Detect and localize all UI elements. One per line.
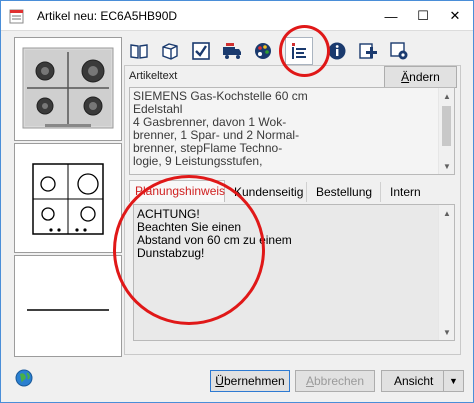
window-title: Artikel neu: EC6A5HB90D <box>37 9 178 23</box>
product-photo-thumbnail[interactable] <box>14 37 122 141</box>
abbrechen-accelerator: A <box>305 374 314 388</box>
hob-side-drawing <box>27 309 109 311</box>
tab-bestellung[interactable]: Bestellung <box>311 182 381 202</box>
aendern-button[interactable]: Ändern <box>384 66 457 88</box>
abbrechen-button[interactable]: Abbrechen <box>295 370 375 392</box>
uebernehmen-button[interactable]: Übernehmen <box>210 370 290 392</box>
maximize-button[interactable]: ☐ <box>409 1 437 31</box>
minimize-button[interactable]: — <box>377 1 405 31</box>
scroll-up-arrow-icon[interactable]: ▲ <box>439 205 454 221</box>
hob-line-drawing <box>32 163 104 235</box>
app-icon <box>9 9 24 24</box>
box-icon[interactable] <box>156 37 184 65</box>
uebernehmen-label-post: bernehmen <box>223 374 285 388</box>
gas-hob-photo <box>22 47 114 129</box>
close-button[interactable]: ✕ <box>441 1 469 31</box>
book-icon[interactable] <box>125 37 153 65</box>
uebernehmen-accelerator: Ü <box>215 374 224 388</box>
artikeltext-textarea[interactable]: SIEMENS Gas-Kochstelle 60 cm Edelstahl 4… <box>129 87 455 175</box>
checkbox-icon[interactable] <box>187 37 215 65</box>
scroll-up-arrow-icon[interactable]: ▲ <box>439 88 454 104</box>
artikeltext-scrollbar[interactable]: ▲ ▼ <box>438 88 454 174</box>
artikeltext-line: logie, 9 Leistungsstufen, <box>133 154 263 168</box>
palette-icon[interactable] <box>249 37 277 65</box>
chevron-down-icon[interactable]: ▼ <box>443 371 463 391</box>
abbrechen-label-post: bbrechen <box>313 374 365 388</box>
add-item-icon[interactable] <box>354 37 382 65</box>
scroll-down-arrow-icon[interactable]: ▼ <box>439 324 454 340</box>
ansicht-label: Ansicht <box>394 374 434 388</box>
artikeltext-label: Artikeltext <box>129 70 178 82</box>
scroll-thumb[interactable] <box>442 106 451 146</box>
globe-icon[interactable] <box>15 369 33 387</box>
side-view-thumbnail[interactable] <box>14 255 122 357</box>
aendern-accelerator: Ä <box>401 70 410 84</box>
ansicht-button[interactable]: Ansicht ▼ <box>381 370 464 392</box>
hinweis-scrollbar[interactable]: ▲ ▼ <box>438 205 454 340</box>
highlight-ring-hinweis <box>113 175 265 325</box>
truck-icon[interactable] <box>218 37 246 65</box>
article-dialog: Artikel neu: EC6A5HB90D — ☐ ✕ Artikeltex… <box>0 0 474 403</box>
highlight-ring-toolbar <box>279 25 330 77</box>
aendern-label-post: ndern <box>409 70 440 84</box>
hob-drawing-thumbnail[interactable] <box>14 143 122 253</box>
scroll-down-arrow-icon[interactable]: ▼ <box>439 158 454 174</box>
settings-box-icon[interactable] <box>385 37 413 65</box>
title-bar: Artikel neu: EC6A5HB90D — ☐ ✕ <box>1 1 473 31</box>
tab-intern[interactable]: Intern <box>385 182 427 202</box>
